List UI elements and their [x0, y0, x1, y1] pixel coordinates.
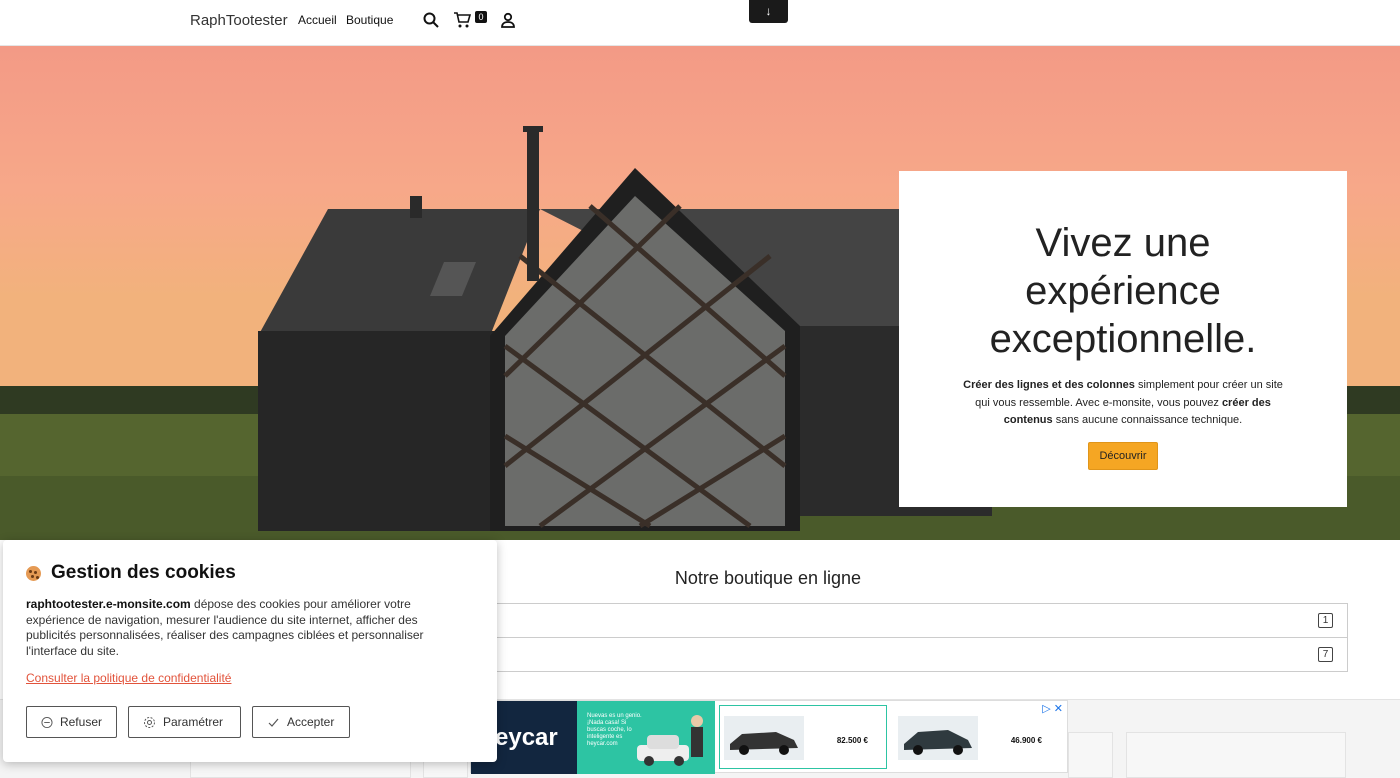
- hero-card: Vivez une expérience exceptionnelle. Cré…: [899, 171, 1347, 507]
- cookie-dialog-title: Gestion des cookies: [26, 562, 474, 584]
- accept-button[interactable]: Accepter: [252, 706, 350, 738]
- ad-close-icon[interactable]: ▷ ✕: [1042, 702, 1063, 715]
- hero-banner: Vivez une expérience exceptionnelle. Cré…: [0, 46, 1400, 540]
- hero-description: Créer des lignes et des colonnes simplem…: [963, 379, 1283, 426]
- top-navigation-bar: RaphTootester Accueil Boutique 0 ↓: [0, 0, 1400, 46]
- ad-car-offer[interactable]: 46.900 €: [893, 705, 1061, 769]
- discover-button[interactable]: Découvrir: [1088, 441, 1158, 470]
- privacy-policy-link[interactable]: Consulter la politique de confidentialit…: [26, 671, 474, 685]
- nav-link-boutique[interactable]: Boutique: [346, 13, 393, 27]
- settings-button[interactable]: Paramétrer: [128, 706, 241, 738]
- search-icon[interactable]: [421, 10, 441, 30]
- hero-title: Vivez une expérience exceptionnelle.: [989, 221, 1257, 361]
- cart-icon[interactable]: [452, 10, 472, 30]
- site-brand[interactable]: RaphTootester: [190, 12, 288, 29]
- cart-count-badge: 0: [475, 11, 487, 23]
- user-account-icon[interactable]: [498, 10, 518, 30]
- nav-link-accueil[interactable]: Accueil: [298, 13, 337, 27]
- gear-icon: [144, 716, 155, 728]
- advertisement-banner[interactable]: eycar Nuevas es un genio. ¡Nada casa! Si…: [470, 700, 1068, 774]
- refuse-button[interactable]: Refuser: [26, 706, 117, 738]
- category-count-badge: 7: [1318, 647, 1333, 662]
- cookie-icon: [26, 565, 41, 581]
- ad-price: 82.500 €: [836, 736, 868, 745]
- checkmark-icon: [268, 718, 279, 727]
- ad-car-illustration: [637, 715, 703, 766]
- cookie-consent-dialog: Gestion des cookies raphtootester.e-mons…: [3, 540, 497, 762]
- ad-car-offer[interactable]: 82.500 €: [719, 705, 887, 769]
- ad-promo-panel[interactable]: Nuevas es un genio. ¡Nada casa! Si busca…: [577, 701, 715, 774]
- shop-category-row[interactable]: 7: [470, 637, 1348, 672]
- ad-price: 46.900 €: [1010, 736, 1042, 745]
- minus-circle-icon: [41, 716, 53, 728]
- shop-category-row[interactable]: 1: [470, 603, 1348, 638]
- product-card[interactable]: [1126, 732, 1346, 778]
- ad-car-image: [898, 716, 978, 760]
- category-count-badge: 1: [1318, 613, 1333, 628]
- cookie-description: raphtootester.e-monsite.com dépose des c…: [26, 597, 424, 658]
- product-card[interactable]: [1068, 732, 1113, 778]
- ad-car-image: [724, 716, 804, 760]
- scroll-down-tab[interactable]: ↓: [749, 0, 788, 23]
